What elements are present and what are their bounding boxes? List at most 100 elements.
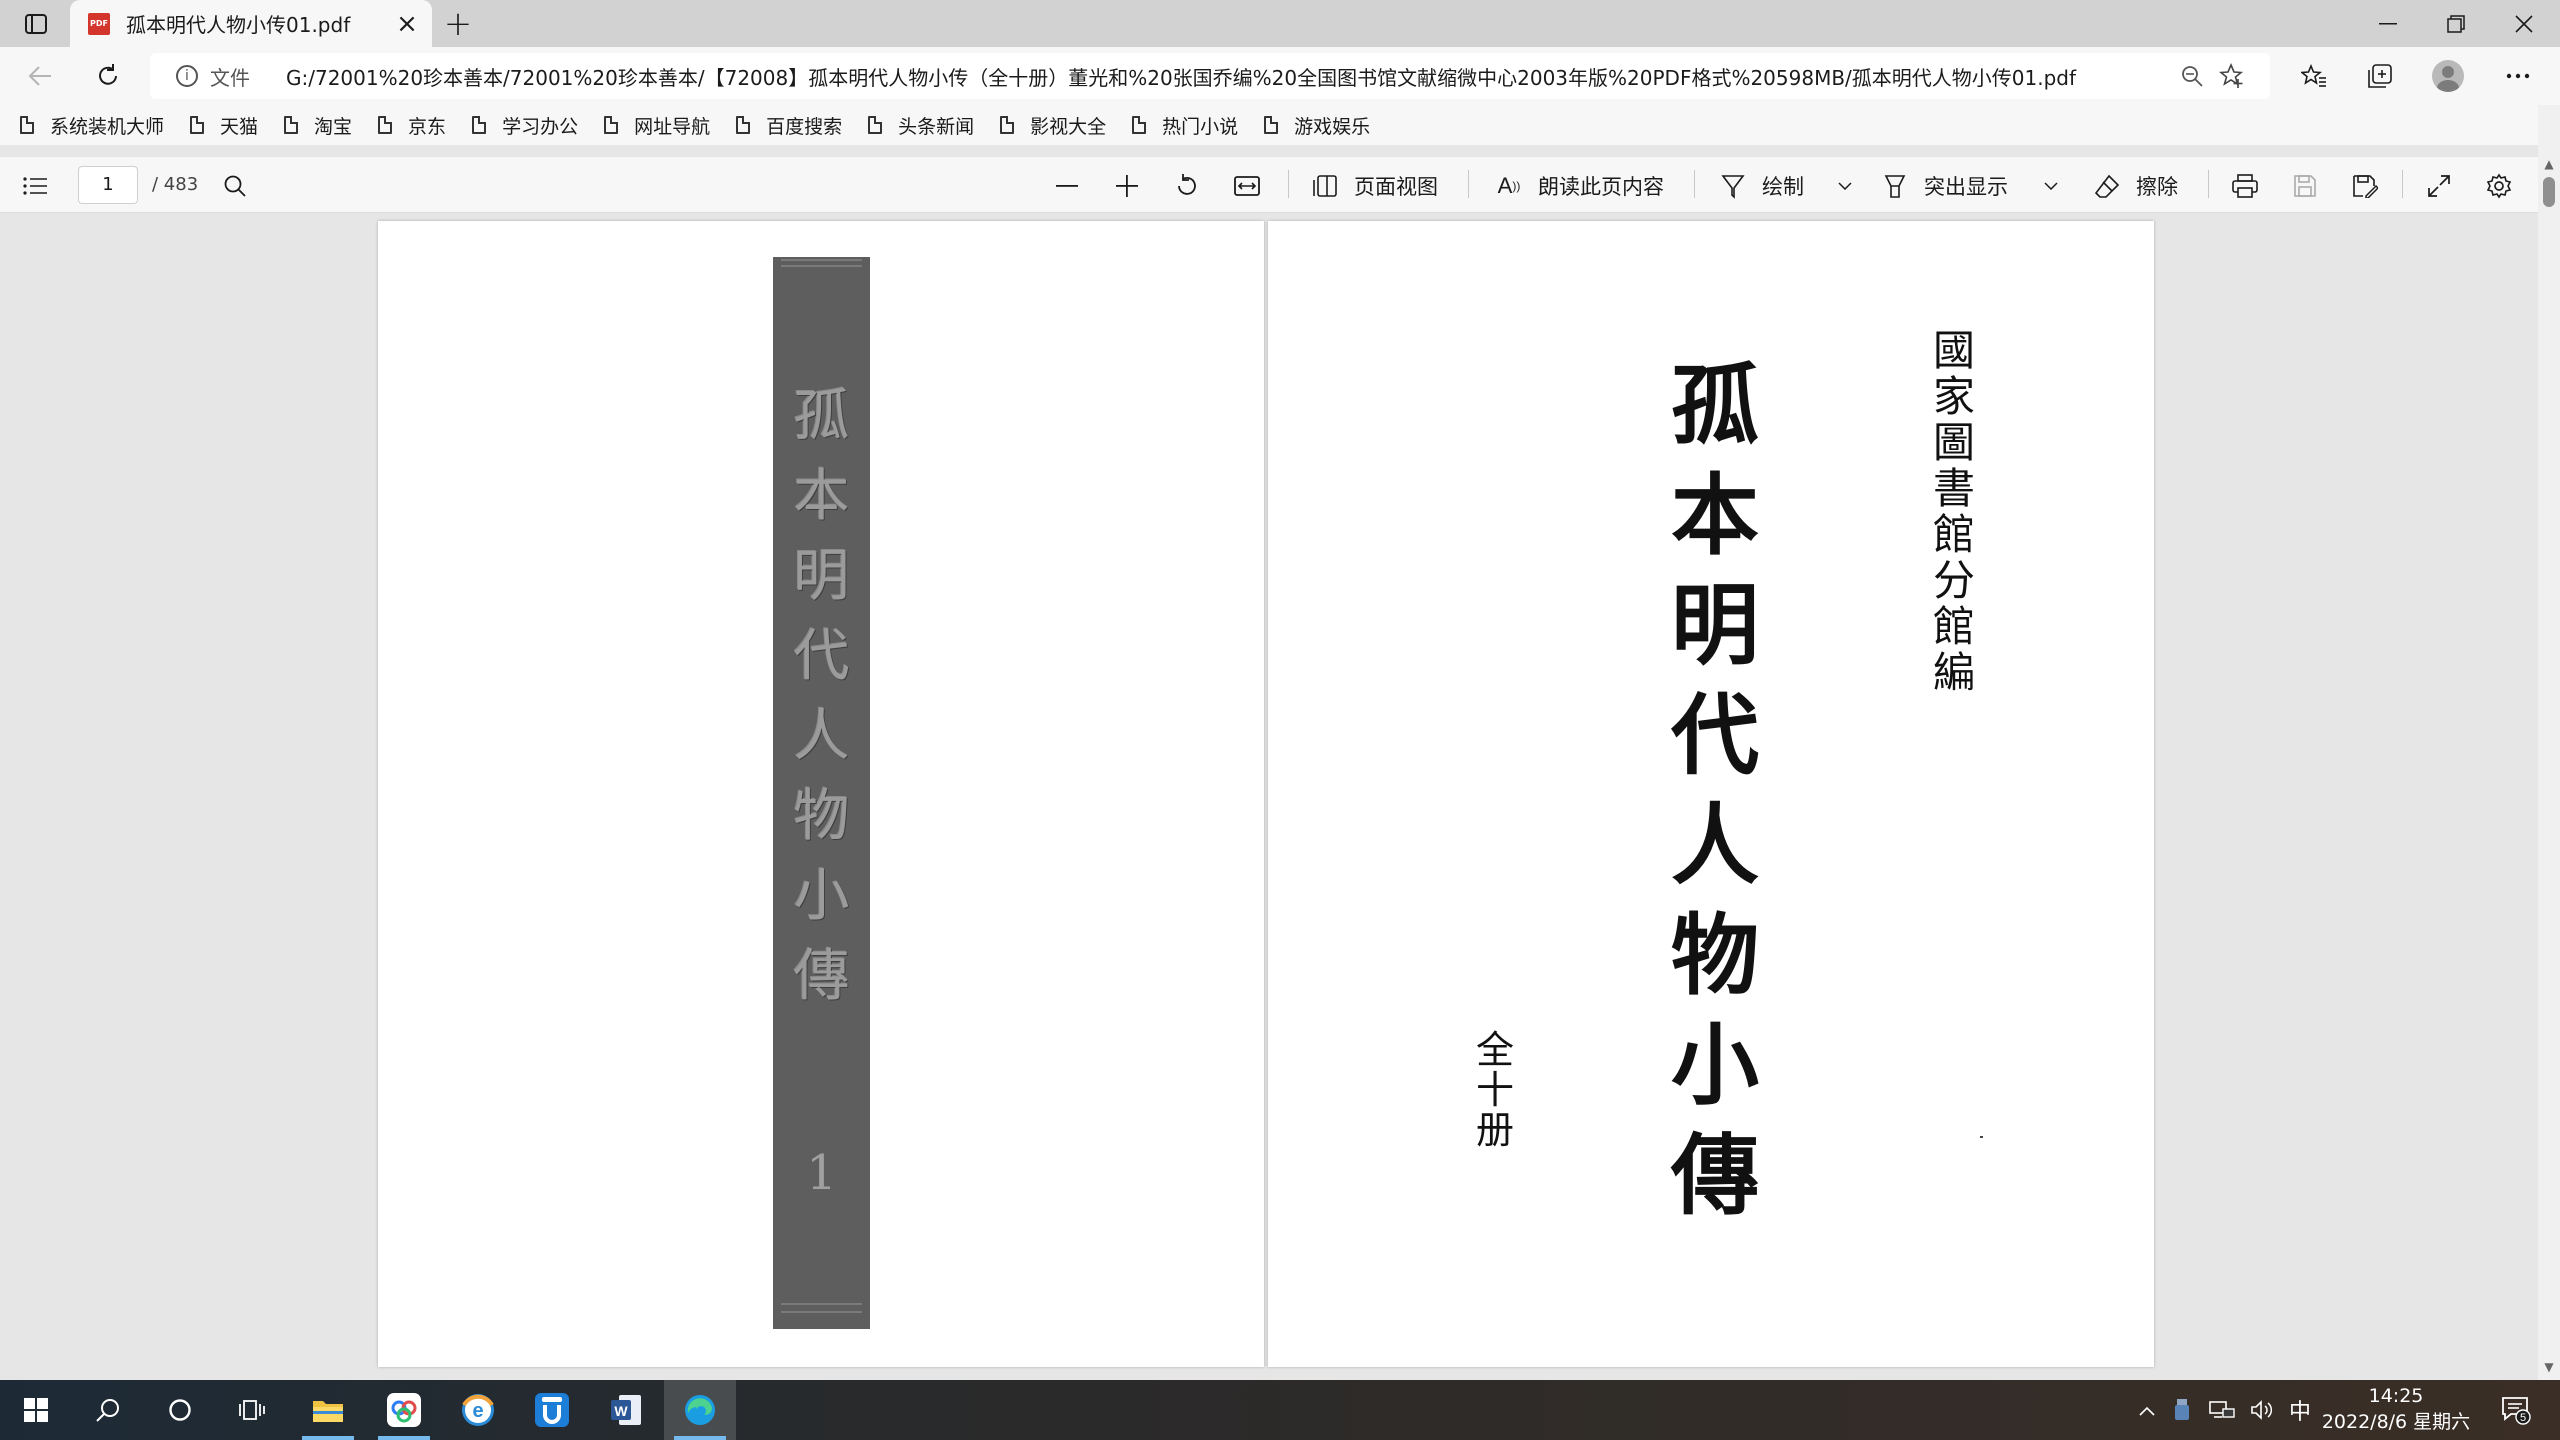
running-indicator [378,1436,430,1440]
back-button[interactable] [20,56,60,96]
highlight-options-dropdown[interactable] [2036,166,2066,206]
scan-speck [1980,1136,1983,1138]
bookmarks-bar: 系统装机大师 天猫 淘宝 京东 学习办公 网址导航 百度搜索 头条新闻 影视大全… [0,105,2560,145]
edge-button[interactable] [664,1380,736,1440]
bookmark-label: 网址导航 [634,115,711,138]
bookmark-item[interactable]: 天猫 [190,112,258,139]
site-info-icon[interactable]: i [176,65,198,87]
fullscreen-button[interactable] [2424,166,2454,206]
favorites-button[interactable] [2292,56,2336,96]
bookmark-item[interactable]: 百度搜索 [736,112,842,139]
task-view-button[interactable] [216,1380,288,1440]
read-aloud-button[interactable]: A)) 朗读此页内容 [1494,166,1664,206]
fit-width-icon [1232,171,1262,201]
zoom-out-button[interactable] [1052,166,1082,206]
svg-text:e: e [472,1400,483,1422]
word-button[interactable]: W [590,1380,662,1440]
print-icon [2230,171,2260,201]
save-as-button[interactable] [2350,166,2380,206]
bookmark-item[interactable]: 系统装机大师 [20,112,164,139]
usb-device-icon[interactable] [2162,1399,2202,1421]
app-u-button[interactable] [516,1380,588,1440]
vertical-scrollbar[interactable]: ▲ ▼ [2538,105,2560,1380]
file-explorer-button[interactable] [292,1380,364,1440]
bookmark-item[interactable]: 京东 [378,112,446,139]
action-center-button[interactable]: 5 [2490,1384,2542,1436]
publisher-char: 編 [1932,648,1975,697]
page-icon [472,116,487,134]
url-text[interactable]: G:/72001%20珍本善本/72001%20珍本善本/【72008】孤本明代… [286,62,2172,91]
add-favorite-icon[interactable] [2212,56,2252,96]
cortana-button[interactable] [144,1380,216,1440]
bookmark-item[interactable]: 头条新闻 [868,112,974,139]
title-char: 本 [1670,463,1759,567]
pdf-settings-button[interactable] [2484,166,2514,206]
close-window-button[interactable] [2490,0,2558,47]
scroll-up-icon[interactable]: ▲ [2542,157,2556,171]
scroll-down-icon[interactable]: ▼ [2542,1360,2556,1374]
taskbar-clock[interactable]: 14:25 2022/8/6 星期六 [2316,1383,2476,1435]
highlight-button[interactable]: 突出显示 [1880,166,2008,206]
scrollbar-thumb[interactable] [2543,177,2555,207]
bookmark-item[interactable]: 淘宝 [284,112,352,139]
page-number-input[interactable]: 1 [78,166,138,204]
volume-icon[interactable] [2242,1400,2282,1420]
baidu-netdisk-button[interactable] [368,1380,440,1440]
refresh-button[interactable] [88,56,128,96]
draw-options-dropdown[interactable] [1830,166,1860,206]
page-icon [1264,116,1279,134]
page-total: / 483 [152,174,199,195]
page-icon [1132,116,1147,134]
address-bar[interactable]: i 文件 G:/72001%20珍本善本/72001%20珍本善本/【72008… [150,53,2270,99]
bookmark-label: 系统装机大师 [50,115,165,138]
print-button[interactable] [2230,166,2260,206]
zoom-in-button[interactable] [1112,166,1142,206]
minimize-icon [2379,22,2397,24]
rotate-button[interactable] [1172,166,1202,206]
start-button[interactable] [0,1380,72,1440]
erase-button[interactable]: 擦除 [2092,166,2178,206]
bookmark-item[interactable]: 学习办公 [472,112,578,139]
publisher-char: 分 [1932,556,1975,605]
publisher-char: 書 [1932,464,1975,513]
fit-width-button[interactable] [1232,166,1262,206]
ime-indicator[interactable]: 中 [2282,1394,2318,1426]
find-button[interactable] [220,166,250,206]
search-icon [96,1399,119,1422]
profile-button[interactable] [2426,56,2470,96]
bookmark-item[interactable]: 影视大全 [1000,112,1106,139]
publisher-char: 國 [1932,326,1975,375]
save-button[interactable] [2290,166,2320,206]
search-button[interactable] [72,1380,144,1440]
cover-publisher: 國 家 圖 書 館 分 館 編 [1926,328,1982,696]
collections-button[interactable] [2358,56,2402,96]
avatar [2432,60,2464,92]
highlight-label: 突出显示 [1924,175,2008,199]
tab-bar: PDF 孤本明代人物小传01.pdf × + [0,0,2560,47]
contents-button[interactable] [20,166,50,206]
more-icon [2506,73,2530,79]
settings-more-button[interactable] [2496,56,2540,96]
zoom-icon[interactable] [2172,56,2212,96]
restore-button[interactable] [2422,0,2490,47]
spine-rule [781,259,862,261]
tab-close-button[interactable]: × [390,7,424,41]
browser-e-button[interactable]: e [442,1380,514,1440]
network-icon[interactable] [2202,1400,2242,1420]
page-icon [868,116,883,134]
show-hidden-icons-icon[interactable] [2132,1400,2162,1421]
chevron-down-icon [1830,171,1860,201]
tab-actions-button[interactable] [14,8,58,40]
new-tab-button[interactable]: + [440,4,476,44]
page-view-button[interactable]: 页面视图 [1310,166,1438,206]
bookmark-label: 学习办公 [502,115,579,138]
active-tab[interactable]: PDF 孤本明代人物小传01.pdf × [70,0,432,47]
draw-button[interactable]: 绘制 [1718,166,1804,206]
bookmark-item[interactable]: 网址导航 [604,112,710,139]
page-icon [604,116,619,134]
restore-icon [2447,14,2465,33]
bookmark-item[interactable]: 热门小说 [1132,112,1238,139]
bookmark-item[interactable]: 游戏娱乐 [1264,112,1370,139]
minimize-button[interactable] [2354,0,2422,47]
draw-pen-icon [1718,171,1748,201]
